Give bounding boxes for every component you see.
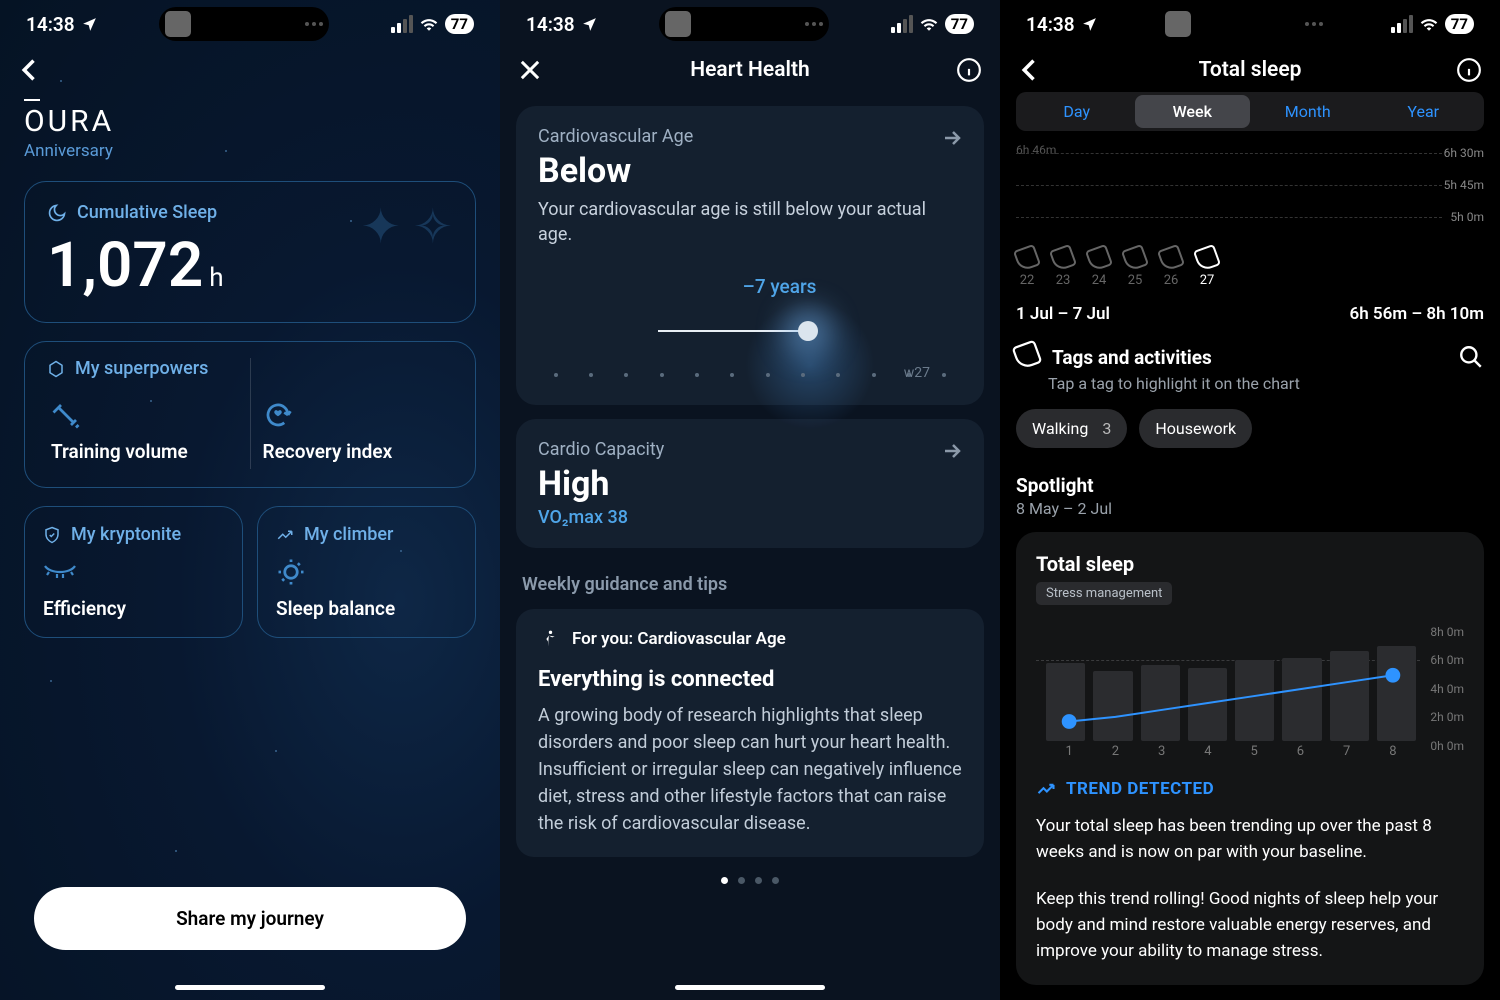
guidance-label: Weekly guidance and tips [522,574,978,595]
info-button[interactable] [1456,57,1482,83]
cv-age-label: Cardiovascular Age [538,126,962,147]
tip-title: Everything is connected [538,667,962,692]
seg-day[interactable]: Day [1019,95,1135,128]
cv-age-card[interactable]: Cardiovascular Age Below Your cardiovasc… [516,106,984,405]
back-button[interactable] [16,56,44,84]
cumulative-sleep-card[interactable]: ✦ ✧ Cumulative Sleep 1,072 h [24,181,476,323]
spotlight-label: Spotlight [1016,474,1484,497]
training-volume-label: Training volume [51,440,238,463]
day-tag-25[interactable]: 25 [1124,247,1146,288]
tags-subtitle: Tap a tag to highlight it on the chart [1048,374,1484,393]
moon-icon [47,203,67,223]
status-bar: 14:38 77 [0,0,500,48]
dynamic-island[interactable] [1159,7,1329,41]
signal-icon [391,15,413,33]
tip-card[interactable]: For you: Cardiovascular Age Everything i… [516,609,984,857]
page-title: Heart Health [690,58,809,82]
capacity-label: Cardio Capacity [538,439,962,460]
sleep-balance-label: Sleep balance [276,597,457,620]
cv-age-value: Below [538,151,962,191]
share-button[interactable]: Share my journey [34,887,466,950]
day-tag-22[interactable]: 22 [1016,247,1038,288]
hexagon-icon [47,360,65,378]
wifi-icon [920,17,938,31]
chevron-right-icon [940,126,964,150]
signal-icon [1391,15,1413,33]
chip-housework[interactable]: Housework [1139,409,1252,448]
location-icon [81,16,98,33]
logo-subtitle: Anniversary [24,141,476,161]
tags-title: Tags and activities [1052,346,1212,369]
trend-up-icon [276,526,294,544]
day-tag-26[interactable]: 26 [1160,247,1182,288]
chevron-right-icon [940,439,964,463]
spotlight-range: 8 May – 2 Jul [1016,499,1484,518]
home-indicator[interactable] [675,985,825,990]
search-button[interactable] [1458,344,1484,370]
dumbbell-icon [51,400,81,430]
trend-chart: 8h 0m 6h 0m 4h 0m 2h 0m 0h 0m 12345678 [1036,629,1464,759]
shield-icon [43,526,61,544]
kryptonite-label: My kryptonite [71,524,181,545]
top-chart-axis: 6h 46m 6h 30m 5h 45m 5h 0m [1016,141,1484,241]
day-tag-24[interactable]: 24 [1088,247,1110,288]
cumulative-label: Cumulative Sleep [77,202,217,223]
seg-month[interactable]: Month [1250,95,1366,128]
page-dots[interactable] [500,877,1000,884]
status-time: 14:38 [26,13,75,36]
spotlight-card[interactable]: Total sleep Stress management 8h 0m 6h 0… [1016,532,1484,985]
stress-pill: Stress management [1036,582,1172,605]
superpowers-card[interactable]: My superpowers Training volume Recovery … [24,341,476,488]
cv-age-desc: Your cardiovascular age is still below y… [538,197,962,247]
location-icon [1081,16,1098,33]
climber-label: My climber [304,524,393,545]
sparkle-icon: ✦ ✧ [361,198,453,255]
dynamic-island[interactable] [159,7,329,41]
seg-year[interactable]: Year [1366,95,1482,128]
age-gauge: –7 years w27 [538,275,962,385]
recovery-index-label: Recovery index [263,440,450,463]
tip-for-label: For you: Cardiovascular Age [572,629,786,649]
vo2max-label: VO₂max 38 [538,507,962,528]
status-bar: 14:38 77 [500,0,1000,48]
sun-moon-icon [276,557,306,587]
cardio-capacity-card[interactable]: Cardio Capacity High VO₂max 38 [516,419,984,548]
date-range: 1 Jul – 7 Jul [1016,304,1110,324]
refresh-heart-icon [263,400,293,430]
wifi-icon [1420,17,1438,31]
signal-icon [891,15,913,33]
day-tag-23[interactable]: 23 [1052,247,1074,288]
battery-level: 77 [445,14,474,34]
day-tag-row[interactable]: 22 23 24 25 26 27 [1016,241,1484,288]
dynamic-island[interactable] [659,7,829,41]
climber-card[interactable]: My climber Sleep balance [257,506,476,638]
capacity-value: High [538,464,962,504]
cumulative-value: 1,072 [47,229,203,302]
spot-card-title: Total sleep [1036,552,1464,576]
seg-week[interactable]: Week [1135,95,1251,128]
tag-icon [1011,339,1042,370]
close-button[interactable] [516,56,544,84]
value-range: 6h 56m – 8h 10m [1350,304,1485,324]
info-button[interactable] [956,57,982,83]
superpowers-label: My superpowers [75,358,208,379]
wifi-icon [420,17,438,31]
day-tag-27[interactable]: 27 [1196,247,1218,288]
status-bar: 14:38 77 [1000,0,1500,48]
tip-body: A growing body of research highlights th… [538,702,962,837]
kryptonite-card[interactable]: My kryptonite Efficiency [24,506,243,638]
cumulative-unit: h [209,263,223,293]
chip-walking[interactable]: Walking 3 [1016,409,1127,448]
running-icon [538,629,558,649]
back-button[interactable] [1016,56,1044,84]
page-title: Total sleep [1199,58,1302,82]
location-icon [581,16,598,33]
eye-icon [43,557,77,583]
home-indicator[interactable] [175,985,325,990]
time-range-segmented[interactable]: Day Week Month Year [1016,92,1484,131]
efficiency-label: Efficiency [43,597,224,620]
app-logo: OURA [24,104,476,139]
